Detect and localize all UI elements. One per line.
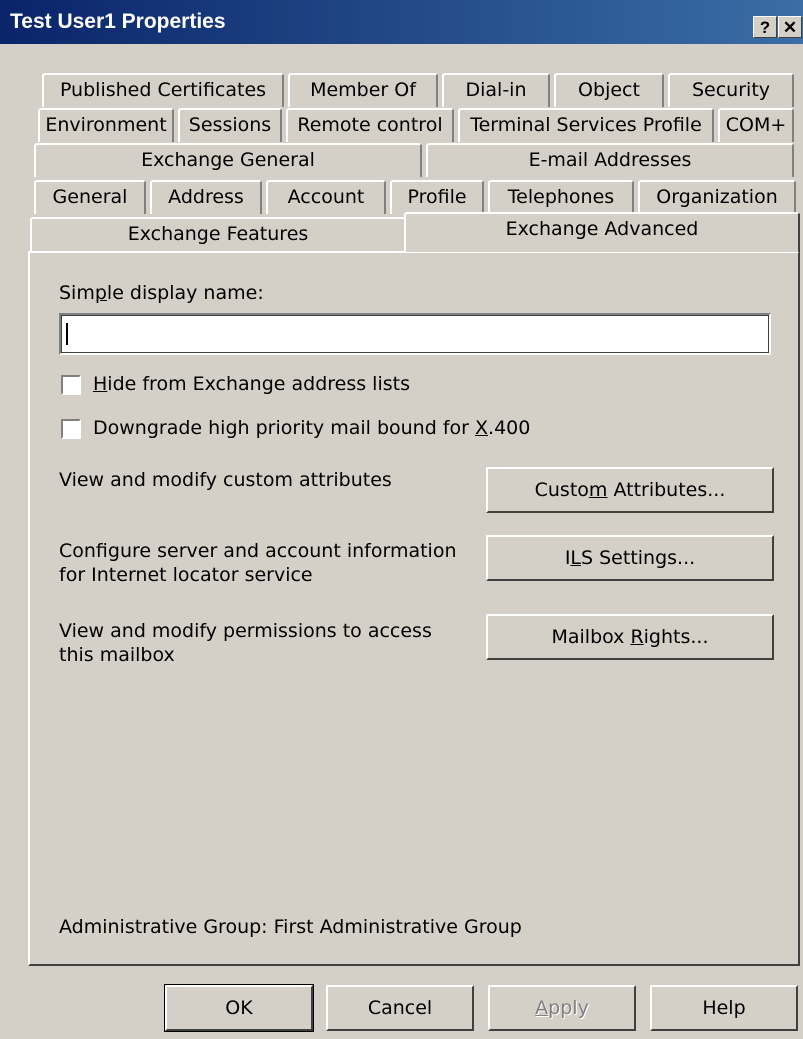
ils-description-line2: for Internet locator service [59,564,313,586]
text-caret [66,323,68,345]
administrative-group-label: Administrative Group: First Administrati… [59,916,522,938]
downgrade-priority-checkbox[interactable] [61,419,81,439]
tab-telephones[interactable]: Telephones [488,180,634,214]
exchange-advanced-panel [28,251,800,966]
tab-general[interactable]: General [34,180,146,214]
apply-button[interactable]: Apply [488,985,636,1031]
tab-sessions[interactable]: Sessions [178,108,282,142]
window-title: Test User1 Properties [10,10,226,33]
tab-organization[interactable]: Organization [638,180,796,214]
tab-dial-in[interactable]: Dial-in [442,73,550,107]
tab-email-addresses[interactable]: E-mail Addresses [426,143,794,177]
tab-profile[interactable]: Profile [390,180,484,214]
hide-from-address-lists-label[interactable]: Hide from Exchange address lists [93,373,410,395]
mailbox-rights-button[interactable]: Mailbox Rights... [486,614,774,660]
tab-published-certificates[interactable]: Published Certificates [42,73,284,107]
help-button[interactable]: Help [650,985,798,1031]
ok-button[interactable]: OK [164,984,314,1032]
mailbox-rights-description-line2: this mailbox [59,644,175,666]
tab-terminal-services-profile[interactable]: Terminal Services Profile [458,108,714,142]
tab-exchange-general[interactable]: Exchange General [34,143,422,177]
cancel-button[interactable]: Cancel [326,985,474,1031]
tab-object[interactable]: Object [554,73,664,107]
downgrade-priority-label[interactable]: Downgrade high priority mail bound for X… [93,417,530,439]
simple-display-name-input[interactable] [59,313,771,355]
close-icon[interactable]: ✕ [778,16,802,38]
ils-description-line1: Configure server and account information [59,540,457,562]
tab-address[interactable]: Address [150,180,262,214]
custom-attributes-description: View and modify custom attributes [59,469,392,491]
tab-security[interactable]: Security [668,73,794,107]
hide-from-address-lists-checkbox[interactable] [61,375,81,395]
tab-remote-control[interactable]: Remote control [286,108,454,142]
simple-display-name-label: Simple display name: [59,282,264,304]
ils-settings-button[interactable]: ILS Settings... [486,535,774,581]
tab-exchange-features[interactable]: Exchange Features [30,217,406,251]
tab-member-of[interactable]: Member Of [288,73,438,107]
help-icon[interactable]: ? [753,16,777,38]
tab-account[interactable]: Account [266,180,386,214]
mailbox-rights-description-line1: View and modify permissions to access [59,620,432,642]
tab-com-plus[interactable]: COM+ [718,108,794,142]
tab-environment[interactable]: Environment [38,108,174,142]
tab-exchange-advanced[interactable]: Exchange Advanced [404,212,800,252]
custom-attributes-button[interactable]: Custom Attributes... [486,467,774,513]
title-bar[interactable]: Test User1 Properties ? ✕ [0,0,803,44]
